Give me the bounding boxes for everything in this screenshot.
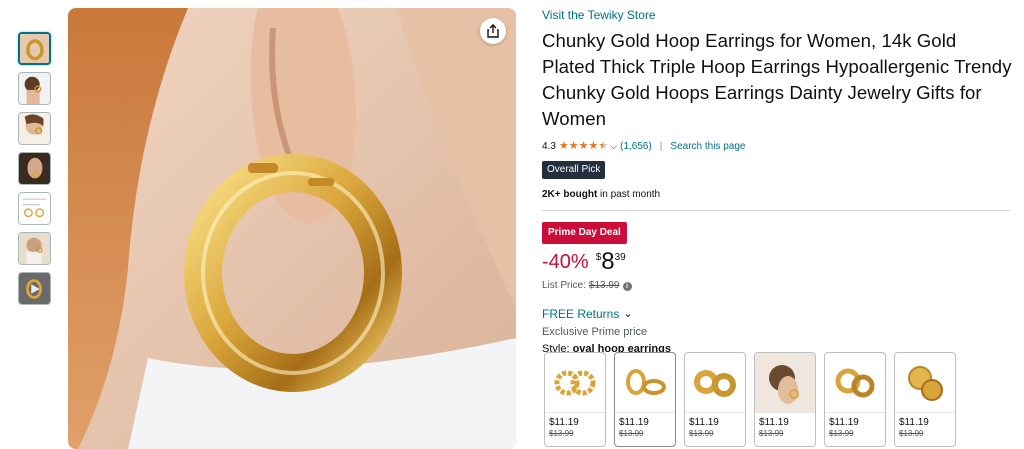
swatch-image	[685, 353, 745, 413]
product-info: Visit the Tewiky Store Chunky Gold Hoop …	[542, 7, 1012, 356]
list-price-label: List Price:	[542, 280, 586, 291]
thumb-earring-closeup[interactable]	[18, 32, 51, 65]
product-title: Chunky Gold Hoop Earrings for Women, 14k…	[542, 30, 1012, 129]
swatch-price: $11.19	[899, 417, 929, 428]
thumbnail-strip	[18, 32, 52, 312]
thumb-model-portrait[interactable]	[18, 232, 51, 265]
divider: |	[659, 140, 663, 152]
thumb-model-side[interactable]	[18, 72, 51, 105]
thumb-size-chart[interactable]	[18, 192, 51, 225]
price-row: -40% $ 8 39	[542, 248, 1012, 276]
swatch-image	[755, 353, 815, 413]
thumb-ear-detail[interactable]	[18, 152, 51, 185]
rating-row: 4.3 ★ ★ ★ ★ ★ ⌵ (1,656) | Search this pa…	[542, 139, 1012, 153]
swatch-price: $11.19	[689, 417, 719, 428]
share-icon	[487, 24, 499, 38]
swatch-chunky-hoops[interactable]: $11.19 $13.99	[684, 352, 746, 447]
discount-percent: -40%	[542, 251, 589, 273]
rating-count-link[interactable]: (1,656)	[620, 141, 652, 152]
free-returns-link[interactable]: FREE Returns ⌄	[542, 306, 1012, 322]
rating-number: 4.3	[542, 140, 556, 152]
swatch-image	[895, 353, 955, 413]
bought-count: 2K+ bought in past month	[542, 188, 1012, 202]
swatch-twisted-hoops[interactable]: $11.19 $13.99	[544, 352, 606, 447]
swatch-list-price: $13.99	[689, 429, 714, 438]
chevron-down-icon[interactable]: ⌵	[610, 141, 617, 152]
list-price-value: $13.99	[588, 280, 620, 291]
swatch-list-price: $13.99	[549, 429, 574, 438]
swatch-list-price: $13.99	[899, 429, 924, 438]
exclusive-prime-price: Exclusive Prime price	[542, 326, 648, 338]
thumb-model-wearing[interactable]	[18, 112, 51, 145]
star-icon: ★	[558, 139, 569, 152]
swatch-model-photo[interactable]: $11.19 $13.99	[754, 352, 816, 447]
thumb-video[interactable]	[18, 272, 51, 305]
star-icon: ★	[578, 139, 589, 152]
info-icon[interactable]: i	[622, 281, 632, 291]
swatch-price: $11.19	[619, 417, 649, 428]
bought-count-bold: 2K+ bought	[542, 189, 598, 200]
swatch-thick-hoops[interactable]: $11.19 $13.99	[824, 352, 886, 447]
star-rating[interactable]: ★ ★ ★ ★ ★	[558, 139, 609, 152]
free-returns-label: FREE Returns	[542, 307, 620, 321]
swatch-list-price: $13.99	[829, 429, 854, 438]
swatch-dome-hoops[interactable]: $11.19 $13.99	[894, 352, 956, 447]
divider-line	[542, 210, 1010, 211]
earring-photo	[68, 8, 516, 449]
swatch-image	[825, 353, 885, 413]
swatch-list-price: $13.99	[759, 429, 784, 438]
swatch-price: $11.19	[549, 417, 579, 428]
swatch-image	[615, 353, 675, 413]
store-link[interactable]: Visit the Tewiky Store	[542, 7, 1012, 23]
style-swatches: $11.19 $13.99 $11.19 $13.99 $11.19 $13.9…	[544, 352, 964, 447]
half-star-icon: ★	[598, 139, 609, 152]
star-icon: ★	[568, 139, 579, 152]
chevron-down-icon: ⌄	[623, 308, 633, 320]
search-this-page-link[interactable]: Search this page	[670, 141, 745, 152]
bought-count-rest: in past month	[597, 189, 661, 200]
swatch-image	[545, 353, 605, 413]
swatch-price: $11.19	[759, 417, 789, 428]
share-button[interactable]	[480, 18, 506, 44]
swatch-oval-hoops[interactable]: $11.19 $13.99	[614, 352, 676, 447]
price-fraction: 39	[614, 252, 626, 263]
swatch-list-price: $13.99	[619, 429, 644, 438]
main-product-image[interactable]	[68, 8, 516, 449]
prime-day-deal-badge: Prime Day Deal	[542, 222, 627, 244]
star-icon: ★	[588, 139, 599, 152]
price-whole: 8	[601, 248, 615, 275]
list-price: List Price: $13.99 i	[542, 279, 1012, 293]
price: $ 8 39	[596, 248, 626, 276]
overall-pick-badge: Overall Pick	[542, 161, 606, 179]
swatch-price: $11.19	[829, 417, 859, 428]
